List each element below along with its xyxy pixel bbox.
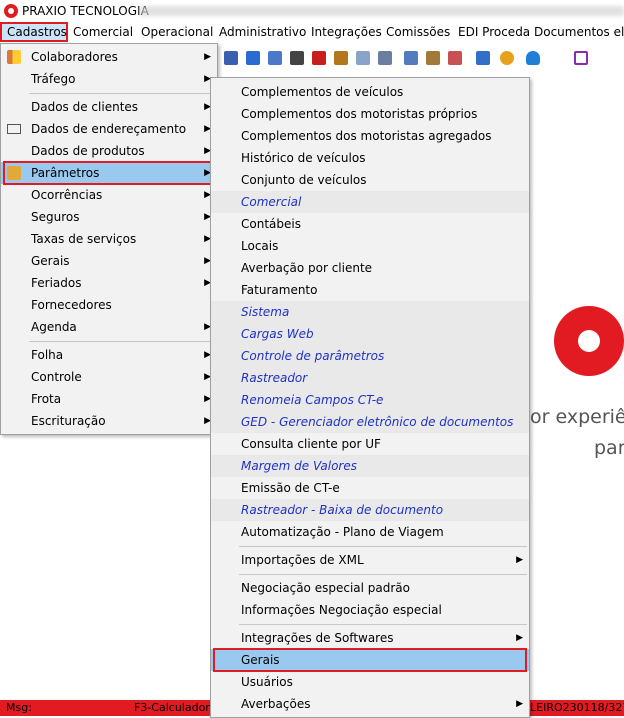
menu-item-folha[interactable]: Folha ▶	[1, 344, 217, 366]
menu-edi-proceda[interactable]: EDI Proceda	[458, 25, 530, 39]
menu-separator	[29, 341, 215, 342]
submenu-item-integracoes-softwares[interactable]: Integrações de Softwares ▶	[211, 627, 529, 649]
submenu-item-emissao-cte[interactable]: Emissão de CT-e	[211, 477, 529, 499]
document-icon[interactable]	[224, 51, 238, 65]
bell-icon[interactable]	[526, 51, 540, 65]
menu-operacional[interactable]: Operacional	[141, 25, 213, 39]
menu-separator	[29, 93, 215, 94]
printer-icon[interactable]	[290, 51, 304, 65]
chevron-right-icon: ▶	[516, 555, 523, 565]
submenu-item-informacoes-negociacao[interactable]: Informações Negociação especial	[211, 599, 529, 621]
menu-administrativo[interactable]: Administrativo	[219, 25, 306, 39]
submenu-item-contabeis[interactable]: Contábeis	[211, 213, 529, 235]
submenu-section-renomeia-campos: Renomeia Campos CT-e	[211, 389, 529, 411]
menu-item-controle[interactable]: Controle ▶	[1, 366, 217, 388]
cadastros-menu: Colaboradores ▶ Tráfego ▶ Dados de cliente…	[0, 43, 218, 435]
menu-item-dados-produtos[interactable]: Dados de produtos ▶	[1, 140, 217, 162]
menu-bar: Cadastros Comercial Operacional Administ…	[0, 22, 624, 43]
toolbar	[214, 46, 624, 72]
background-slogan-line1: or experiê	[530, 406, 624, 428]
submenu-item-historico-veiculos[interactable]: Histórico de veículos	[211, 147, 529, 169]
submenu-item-complementos-motoristas-agregados[interactable]: Complementos dos motoristas agregados	[211, 125, 529, 147]
status-msg-label: Msg:	[6, 701, 32, 714]
menu-item-fornecedores[interactable]: Fornecedores	[1, 294, 217, 316]
box-icon[interactable]	[334, 51, 348, 65]
status-code: LEIRO230118/327/	[530, 701, 624, 714]
menu-item-escrituracao[interactable]: Escrituração ▶	[1, 410, 217, 432]
chevron-right-icon: ▶	[516, 633, 523, 643]
app-logo-icon	[4, 4, 18, 18]
menu-item-ocorrencias[interactable]: Ocorrências ▶	[1, 184, 217, 206]
submenu-section-rastreador: Rastreador	[211, 367, 529, 389]
blurred-title-info	[140, 6, 624, 16]
menu-item-trafego[interactable]: Tráfego ▶	[1, 68, 217, 90]
status-hint: F3-Calculador	[134, 701, 210, 714]
address-card-icon	[7, 124, 21, 134]
pie-chart-icon[interactable]	[500, 51, 514, 65]
submenu-item-importacoes-xml[interactable]: Importações de XML ▶	[211, 549, 529, 571]
submenu-item-averbacao-cliente[interactable]: Averbação por cliente	[211, 257, 529, 279]
chevron-right-icon: ▶	[516, 699, 523, 709]
menu-item-frota[interactable]: Frota ▶	[1, 388, 217, 410]
menu-item-feriados[interactable]: Feriados ▶	[1, 272, 217, 294]
checklist-icon[interactable]	[404, 51, 418, 65]
menu-integracoes[interactable]: Integrações	[311, 25, 382, 39]
colaboradores-icon	[7, 50, 21, 64]
menu-comercial[interactable]: Comercial	[73, 25, 133, 39]
submenu-item-consulta-cliente-uf[interactable]: Consulta cliente por UF	[211, 433, 529, 455]
title-bar: PRAXIO TECNOLOGIA	[0, 0, 624, 22]
window-title: PRAXIO TECNOLOGIA	[22, 4, 149, 18]
chevron-right-icon: ▶	[204, 52, 211, 62]
submenu-section-cargas-web: Cargas Web	[211, 323, 529, 345]
parameters-icon	[7, 166, 21, 180]
submenu-item-automatizacao-plano-viagem[interactable]: Automatização - Plano de Viagem	[211, 521, 529, 543]
submenu-item-averbacoes[interactable]: Averbações ▶	[211, 693, 529, 715]
cards-icon[interactable]	[268, 51, 282, 65]
truck-icon[interactable]	[312, 51, 326, 65]
menu-separator	[239, 546, 527, 547]
menu-item-parametros[interactable]: Parâmetros ▶	[1, 161, 217, 185]
submenu-section-sistema: Sistema	[211, 301, 529, 323]
submenu-item-locais[interactable]: Locais	[211, 235, 529, 257]
copy-icon[interactable]	[246, 51, 260, 65]
submenu-section-margem-valores: Margem de Valores	[211, 455, 529, 477]
menu-item-taxas-servicos[interactable]: Taxas de serviços ▶	[1, 228, 217, 250]
menu-item-seguros[interactable]: Seguros ▶	[1, 206, 217, 228]
monitor-icon[interactable]	[574, 51, 588, 65]
menu-documentos-eletronicos[interactable]: Documentos elet	[534, 25, 624, 39]
menu-separator	[239, 624, 527, 625]
settings-icon[interactable]	[356, 51, 370, 65]
submenu-item-complementos-motoristas-proprios[interactable]: Complementos dos motoristas próprios	[211, 103, 529, 125]
submenu-section-controle-parametros: Controle de parâmetros	[211, 345, 529, 367]
background-slogan-line2: par	[594, 437, 624, 459]
submenu-item-conjunto-veiculos[interactable]: Conjunto de veículos	[211, 169, 529, 191]
submenu-section-rastreador-baixa: Rastreador - Baixa de documento	[211, 499, 529, 521]
menu-comissoes[interactable]: Comissões	[386, 25, 450, 39]
brand-g-icon	[554, 306, 624, 376]
menu-item-colaboradores[interactable]: Colaboradores ▶	[1, 46, 217, 68]
menu-item-gerais[interactable]: Gerais ▶	[1, 250, 217, 272]
submenu-item-complementos-veiculos[interactable]: Complementos de veículos	[211, 81, 529, 103]
export-icon[interactable]	[448, 51, 462, 65]
menu-item-dados-enderecamento[interactable]: Dados de endereçamento ▶	[1, 118, 217, 140]
menu-item-agenda[interactable]: Agenda ▶	[1, 316, 217, 338]
search-icon[interactable]	[378, 51, 392, 65]
parametros-submenu: Complementos de veículos Complementos do…	[210, 77, 530, 718]
plugin-icon[interactable]	[426, 51, 440, 65]
submenu-item-gerais[interactable]: Gerais	[211, 648, 529, 672]
submenu-item-usuarios[interactable]: Usuários	[211, 671, 529, 693]
printer-icon-2[interactable]	[476, 51, 490, 65]
submenu-section-ged: GED - Gerenciador eletrônico de document…	[211, 411, 529, 433]
submenu-item-negociacao-especial-padrao[interactable]: Negociação especial padrão	[211, 577, 529, 599]
menu-item-dados-clientes[interactable]: Dados de clientes ▶	[1, 96, 217, 118]
menu-separator	[239, 574, 527, 575]
submenu-item-faturamento[interactable]: Faturamento	[211, 279, 529, 301]
brand-logo	[540, 300, 624, 380]
submenu-section-comercial: Comercial	[211, 191, 529, 213]
menu-cadastros[interactable]: Cadastros	[7, 25, 67, 39]
